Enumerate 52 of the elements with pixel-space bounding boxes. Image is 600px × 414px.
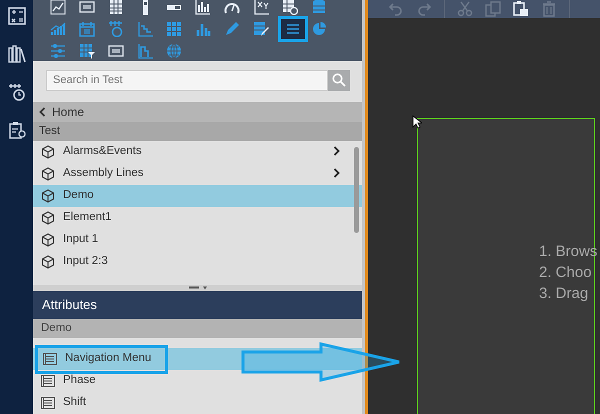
list-icon xyxy=(43,353,57,365)
instruction-text: 2. Choo xyxy=(539,263,593,283)
back-link[interactable]: Home xyxy=(33,102,362,122)
cube-icon xyxy=(41,145,55,159)
search-field[interactable]: Search in Test xyxy=(46,70,328,90)
numeric-display-icon xyxy=(79,0,95,15)
books-icon[interactable] xyxy=(8,44,26,63)
cube-icon xyxy=(41,189,55,203)
step-chart-icon xyxy=(137,21,153,37)
search-icon xyxy=(332,73,346,87)
cube-icon xyxy=(41,233,55,247)
list-icon xyxy=(41,375,55,387)
calendar-icon xyxy=(79,21,95,37)
calculator-icon[interactable] xyxy=(8,6,26,25)
schedule-timer-icon xyxy=(108,21,124,37)
cursor-icon xyxy=(412,114,422,129)
attribute-item[interactable]: Phase xyxy=(33,370,362,392)
form-edit-icon xyxy=(253,21,269,37)
trend-bars-icon xyxy=(50,21,66,37)
list-icon xyxy=(41,397,55,409)
element-item[interactable]: Assembly Lines xyxy=(33,163,362,185)
gauge-icon xyxy=(224,0,240,15)
cube-icon xyxy=(41,211,55,225)
bar-chart-icon xyxy=(195,0,211,15)
element-item[interactable]: Element1 xyxy=(33,207,362,229)
pencil-icon xyxy=(224,21,240,37)
paste-icon[interactable] xyxy=(513,1,529,17)
step-bar-icon xyxy=(137,43,153,59)
column-chart-icon xyxy=(195,21,211,37)
section-header: Demo xyxy=(33,319,362,338)
splitter-handle-icon[interactable] xyxy=(188,286,206,290)
panel-title: Attributes xyxy=(33,291,362,319)
palette-button[interactable] xyxy=(278,16,308,42)
numeric-display-icon xyxy=(108,43,124,59)
xy-plot-icon xyxy=(253,0,269,15)
element-item[interactable]: Demo xyxy=(33,185,362,207)
element-item[interactable]: Input 2:3 xyxy=(33,251,362,273)
attribute-item[interactable]: Shift xyxy=(33,392,362,414)
line-chart-icon xyxy=(50,0,66,15)
tile-grid-icon xyxy=(166,21,182,37)
element-item[interactable]: Input 1 xyxy=(33,229,362,251)
menu-icon xyxy=(285,21,301,37)
section-header: Test xyxy=(33,122,362,141)
sliders-icon xyxy=(50,43,66,59)
element-item[interactable]: Alarms&Events xyxy=(33,141,362,163)
instruction-text: 3. Drag xyxy=(539,284,590,304)
chevron-left-icon xyxy=(39,107,46,117)
pie-chart-icon xyxy=(311,21,327,37)
timer-icon[interactable] xyxy=(8,82,26,101)
cube-icon xyxy=(41,167,55,181)
clipboard-icon[interactable] xyxy=(8,120,26,139)
cube-icon xyxy=(41,255,55,269)
